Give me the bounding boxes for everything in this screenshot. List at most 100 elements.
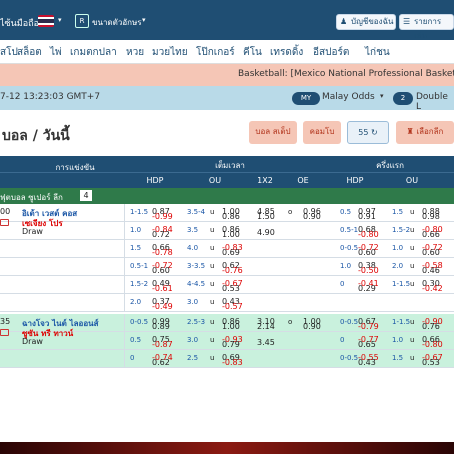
1x2-away[interactable]: 2.14 <box>257 322 275 331</box>
hdp-away-odds[interactable]: -0.87 <box>152 340 173 349</box>
ht-ou-under-odds[interactable]: 0.66 <box>422 230 440 239</box>
ht-hdp-away-odds[interactable]: -0.80 <box>358 230 379 239</box>
nav-item[interactable]: สโป <box>0 45 18 60</box>
refresh-icon: ↻ <box>371 128 378 137</box>
line-type-select[interactable]: Double L <box>416 92 454 112</box>
user-icon: ♟ <box>340 17 348 26</box>
nav-item[interactable]: ไก่ชน <box>365 45 390 60</box>
odds-type-select[interactable]: Malay Odds <box>322 92 375 102</box>
ht-hdp-away-odds[interactable]: -0.50 <box>358 266 379 275</box>
ht-hdp-away-odds[interactable]: 0.29 <box>358 284 376 293</box>
nav-item[interactable]: โป๊กเกอร์ <box>196 45 235 60</box>
my-account-button[interactable]: ♟ บัญชีของฉัน <box>336 14 396 30</box>
font-size-icon[interactable]: R <box>75 14 89 28</box>
statement-button[interactable]: ☰ รายการเล่น <box>399 14 454 40</box>
ou-under-odds[interactable]: -0.76 <box>222 266 243 275</box>
1x2-away[interactable]: 1.50 <box>257 212 275 221</box>
ou-under-odds[interactable]: -0.57 <box>222 302 243 311</box>
league-row[interactable]: ฟุตบอล ซูเปอร์ ลีก 4 <box>0 188 454 204</box>
ht-hdp-away-odds[interactable]: 0.65 <box>358 340 376 349</box>
ou-under-odds[interactable]: 0.69 <box>222 248 240 257</box>
list-icon: ☰ <box>403 17 411 26</box>
1x2-draw[interactable]: 3.45 <box>257 338 275 347</box>
nav-item[interactable]: ไพ่ <box>50 45 62 60</box>
thai-flag-icon[interactable] <box>38 15 54 27</box>
ou-header: OU <box>208 176 222 185</box>
league-count-badge: 4 <box>80 190 92 201</box>
kickoff-time: 00 <box>0 207 11 216</box>
select-league-button[interactable]: ♜ เลือกลีก <box>396 121 454 144</box>
ht-ou-under-odds[interactable]: -0.42 <box>422 284 443 293</box>
ou-under-odds[interactable]: 1.00 <box>222 322 240 331</box>
halftime-header: ครึ่งแรก <box>376 161 404 170</box>
oe-header: OE <box>297 176 309 185</box>
page-title: บอล / วันนี้ <box>2 128 70 144</box>
hdp-header: HDP <box>146 176 164 185</box>
ht-ou-header: OU <box>405 176 419 185</box>
hdp-away-odds[interactable]: 0.60 <box>152 266 170 275</box>
mobile-site-link[interactable]: ไซ้นมือถือ <box>0 16 39 30</box>
hdp-away-odds[interactable]: -0.49 <box>152 302 173 311</box>
nav-item[interactable]: คีโน <box>243 45 262 60</box>
trophy-icon: ♜ <box>406 127 414 136</box>
nav-item[interactable]: หวย <box>126 45 144 60</box>
match-header: การแข่งขัน <box>55 163 95 172</box>
nav-item[interactable]: เกมตกปลา <box>70 45 117 60</box>
1x2-header: 1X2 <box>257 176 273 185</box>
draw-label: Draw <box>22 337 43 346</box>
ou-under-odds[interactable]: 0.53 <box>222 284 240 293</box>
top-bar: ไซ้นมือถือ ▾ R ขนาดตัวอักษร ▾ ♟ บัญชีของฉ… <box>0 0 454 40</box>
clock-text: 7-12 13:23:03 GMT+7 <box>0 92 101 102</box>
hdp-away-odds[interactable]: -0.78 <box>152 248 173 257</box>
table-row-second-line: -0.61 0.53 0.29 -0.42 <box>0 284 454 294</box>
hdp-away-odds[interactable]: 0.72 <box>152 230 170 239</box>
table-row-second-line: 0.60 -0.76 -0.50 0.46 <box>0 266 454 276</box>
ou-under-odds[interactable]: -0.83 <box>222 358 243 367</box>
ht-hdp-away-odds[interactable]: 0.43 <box>358 358 376 367</box>
ht-hdp-away-odds[interactable]: -0.79 <box>358 322 379 331</box>
ht-ou-under-odds[interactable]: 0.60 <box>422 248 440 257</box>
table-row-second-line: -0.49 -0.57 <box>0 302 454 312</box>
line-badge[interactable]: 2 <box>393 92 413 105</box>
nav-item[interactable]: อีสปอร์ต <box>313 45 349 60</box>
tv-icon[interactable] <box>0 329 9 336</box>
product-nav: สโป สล็อต ไพ่ เกมตกปลา หวย มวยไทย โป๊กเก… <box>0 40 454 64</box>
hdp-away-odds[interactable]: 0.89 <box>152 322 170 331</box>
ht-ou-under-odds[interactable]: 0.98 <box>422 212 440 221</box>
fulltime-header: เต็มเวลา <box>215 161 245 170</box>
odds-badge[interactable]: MY <box>292 92 320 105</box>
hdp-away-odds[interactable]: -0.61 <box>152 284 173 293</box>
ou-under-odds[interactable]: 1.00 <box>222 230 240 239</box>
parlay-button[interactable]: บอล สเต็ป <box>249 121 297 144</box>
ht-ou-under-odds[interactable]: 0.46 <box>422 266 440 275</box>
ht-ou-under-odds[interactable]: 0.53 <box>422 358 440 367</box>
ht-hdp-away-odds[interactable]: 0.91 <box>358 212 376 221</box>
oe-even[interactable]: 0.90 <box>303 322 321 331</box>
nav-item[interactable]: มวยไทย <box>152 45 188 60</box>
table-row-second-line: -0.78 0.69 0.60 0.60 <box>0 248 454 258</box>
hdp-away-odds[interactable]: -0.99 <box>152 212 173 221</box>
match-count-button[interactable]: 55 ↻ <box>347 121 389 144</box>
oe-even[interactable]: 0.90 <box>303 212 321 221</box>
sub-bar: 7-12 13:23:03 GMT+7 MY Malay Odds ▾ 2 Do… <box>0 86 454 112</box>
match-info[interactable]: 00 อิเต้า เวสต์ คอส เซเจียง โปร Draw <box>0 204 125 244</box>
1x2-draw[interactable]: 4.90 <box>257 228 275 237</box>
chevron-down-icon[interactable]: ▾ <box>58 16 62 24</box>
ht-hdp-away-odds[interactable]: 0.60 <box>358 248 376 257</box>
ou-under-odds[interactable]: 0.86 <box>222 212 240 221</box>
ou-under-odds[interactable]: 0.79 <box>222 340 240 349</box>
nav-item[interactable]: เทรดดิ้ง <box>270 45 303 60</box>
footer-strip <box>0 442 454 454</box>
odds-table: 1-1.5 0.87 3.5-4 u 1.00 4.85 o 0.96 0.5 0.97 1.5 u 0… <box>0 204 454 442</box>
combo-button[interactable]: คอมโบ <box>303 121 341 144</box>
hdp-away-odds[interactable]: 0.62 <box>152 358 170 367</box>
font-size-label[interactable]: ขนาดตัวอักษร <box>92 16 142 29</box>
ht-ou-under-odds[interactable]: -0.80 <box>422 340 443 349</box>
nav-item[interactable]: สล็อต <box>17 45 42 60</box>
ht-ou-under-odds[interactable]: 0.76 <box>422 322 440 331</box>
table-row-second-line: 0.62 -0.83 0.43 0.53 <box>0 358 454 368</box>
chevron-down-icon[interactable]: ▾ <box>142 16 146 24</box>
chevron-down-icon[interactable]: ▾ <box>380 92 384 100</box>
match-info[interactable]: 35 ฉางโจว ไนต์ ไลออนส์ ซูซัน ทรี ทาวน์ Draw <box>0 314 125 354</box>
tv-icon[interactable] <box>0 219 9 226</box>
